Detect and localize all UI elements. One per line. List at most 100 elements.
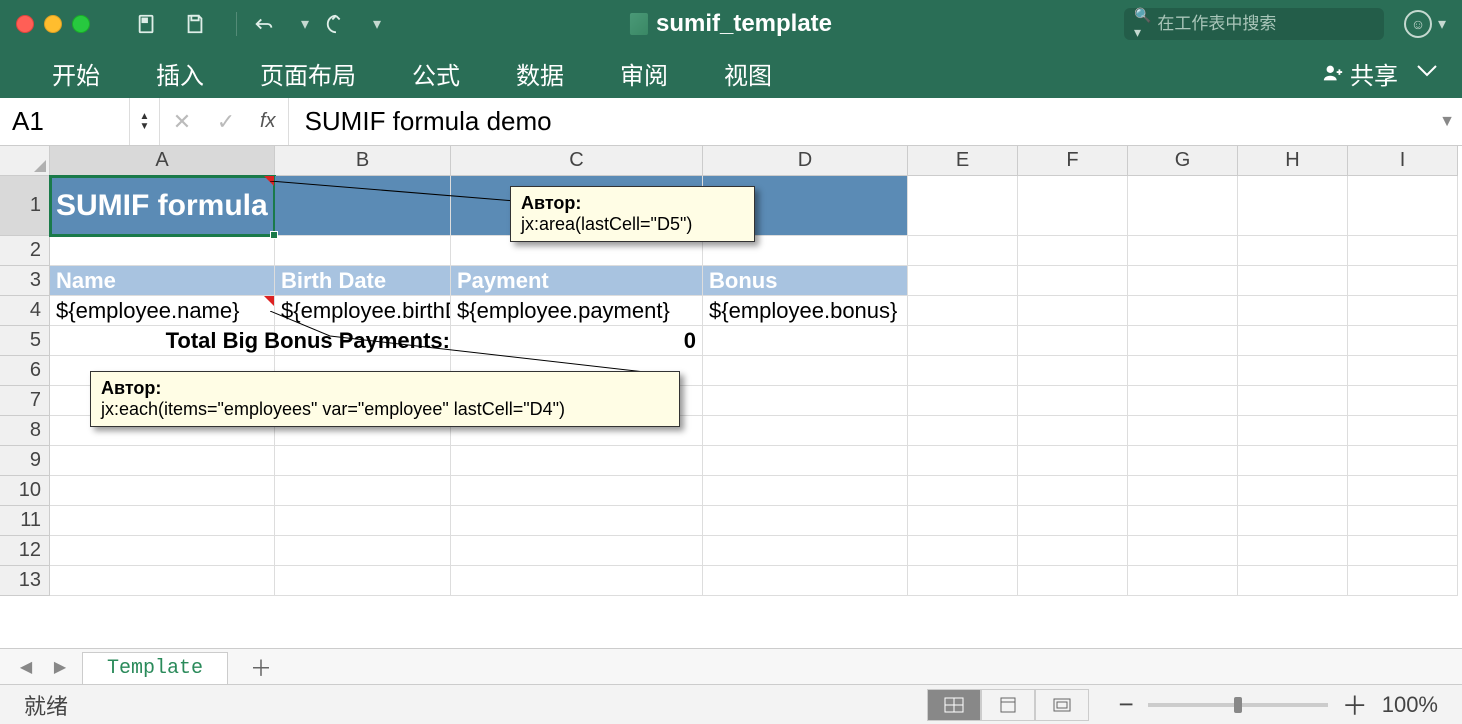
cell-B5[interactable] bbox=[275, 326, 451, 356]
col-header-G[interactable]: G bbox=[1128, 146, 1238, 176]
cell-H10[interactable] bbox=[1238, 476, 1348, 506]
row-header-8[interactable]: 8 bbox=[0, 416, 50, 446]
zoom-in-button[interactable]: ＋ bbox=[1342, 686, 1368, 723]
cell-B12[interactable] bbox=[275, 536, 451, 566]
save-icon[interactable] bbox=[178, 7, 212, 41]
cell-F2[interactable] bbox=[1018, 236, 1128, 266]
cell-G7[interactable] bbox=[1128, 386, 1238, 416]
row-header-11[interactable]: 11 bbox=[0, 506, 50, 536]
cell-F3[interactable] bbox=[1018, 266, 1128, 296]
cell-D3[interactable]: Bonus bbox=[703, 266, 908, 296]
cell-G5[interactable] bbox=[1128, 326, 1238, 356]
ribbon-tab-view[interactable]: 视图 bbox=[696, 48, 800, 99]
cell-F5[interactable] bbox=[1018, 326, 1128, 356]
cell-F11[interactable] bbox=[1018, 506, 1128, 536]
cell-C13[interactable] bbox=[451, 566, 703, 596]
new-file-icon[interactable] bbox=[130, 7, 164, 41]
cell-D13[interactable] bbox=[703, 566, 908, 596]
cell-F7[interactable] bbox=[1018, 386, 1128, 416]
cell-B13[interactable] bbox=[275, 566, 451, 596]
row-header-4[interactable]: 4 bbox=[0, 296, 50, 326]
cell-A11[interactable] bbox=[50, 506, 275, 536]
share-button[interactable]: 共享 bbox=[1322, 56, 1398, 91]
row-header-12[interactable]: 12 bbox=[0, 536, 50, 566]
cell-F9[interactable] bbox=[1018, 446, 1128, 476]
cell-I10[interactable] bbox=[1348, 476, 1458, 506]
cell-H9[interactable] bbox=[1238, 446, 1348, 476]
cell-C5[interactable]: 0 bbox=[451, 326, 703, 356]
col-header-B[interactable]: B bbox=[275, 146, 451, 176]
cell-E9[interactable] bbox=[908, 446, 1018, 476]
fx-label[interactable]: fx bbox=[248, 98, 289, 145]
cell-D6[interactable] bbox=[703, 356, 908, 386]
redo-dropdown-icon[interactable]: ▾ bbox=[373, 14, 381, 34]
ribbon-tab-insert[interactable]: 插入 bbox=[128, 48, 232, 99]
cell-C9[interactable] bbox=[451, 446, 703, 476]
select-all-corner[interactable] bbox=[0, 146, 50, 176]
cell-C11[interactable] bbox=[451, 506, 703, 536]
view-normal-button[interactable] bbox=[927, 689, 981, 721]
cell-G11[interactable] bbox=[1128, 506, 1238, 536]
ribbon-tab-formulas[interactable]: 公式 bbox=[384, 48, 488, 99]
cell-G13[interactable] bbox=[1128, 566, 1238, 596]
cell-I1[interactable] bbox=[1348, 176, 1458, 236]
cell-H8[interactable] bbox=[1238, 416, 1348, 446]
cell-C3[interactable]: Payment bbox=[451, 266, 703, 296]
cell-H7[interactable] bbox=[1238, 386, 1348, 416]
cell-B9[interactable] bbox=[275, 446, 451, 476]
row-header-5[interactable]: 5 bbox=[0, 326, 50, 356]
cell-F10[interactable] bbox=[1018, 476, 1128, 506]
cell-E13[interactable] bbox=[908, 566, 1018, 596]
cell-H3[interactable] bbox=[1238, 266, 1348, 296]
cell-A2[interactable] bbox=[50, 236, 275, 266]
zoom-out-button[interactable]: − bbox=[1119, 689, 1134, 720]
row-header-3[interactable]: 3 bbox=[0, 266, 50, 296]
search-box[interactable]: 🔍▾ bbox=[1124, 8, 1384, 40]
cell-D9[interactable] bbox=[703, 446, 908, 476]
redo-icon[interactable] bbox=[319, 7, 353, 41]
cell-E1[interactable] bbox=[908, 176, 1018, 236]
search-input[interactable] bbox=[1157, 14, 1378, 34]
ribbon-collapse-icon[interactable] bbox=[1416, 64, 1438, 83]
cell-D4[interactable]: ${employee.bonus} bbox=[703, 296, 908, 326]
close-window-button[interactable] bbox=[16, 15, 34, 33]
col-header-H[interactable]: H bbox=[1238, 146, 1348, 176]
cell-I3[interactable] bbox=[1348, 266, 1458, 296]
zoom-level[interactable]: 100% bbox=[1382, 692, 1438, 718]
cell-C10[interactable] bbox=[451, 476, 703, 506]
cell-F13[interactable] bbox=[1018, 566, 1128, 596]
cell-G12[interactable] bbox=[1128, 536, 1238, 566]
minimize-window-button[interactable] bbox=[44, 15, 62, 33]
cell-E2[interactable] bbox=[908, 236, 1018, 266]
row-header-10[interactable]: 10 bbox=[0, 476, 50, 506]
cell-I12[interactable] bbox=[1348, 536, 1458, 566]
zoom-slider[interactable] bbox=[1148, 703, 1328, 707]
sheet-nav-prev-icon[interactable]: ◀ bbox=[14, 655, 38, 679]
ribbon-tab-home[interactable]: 开始 bbox=[24, 48, 128, 99]
feedback-icon[interactable]: ☺ bbox=[1404, 10, 1432, 38]
cell-H5[interactable] bbox=[1238, 326, 1348, 356]
ribbon-tab-review[interactable]: 审阅 bbox=[592, 48, 696, 99]
cell-F12[interactable] bbox=[1018, 536, 1128, 566]
cell-D12[interactable] bbox=[703, 536, 908, 566]
cell-E11[interactable] bbox=[908, 506, 1018, 536]
expand-formula-bar-icon[interactable]: ▼ bbox=[1432, 113, 1462, 131]
cell-B3[interactable]: Birth Date bbox=[275, 266, 451, 296]
cell-D7[interactable] bbox=[703, 386, 908, 416]
cell-H6[interactable] bbox=[1238, 356, 1348, 386]
cell-F4[interactable] bbox=[1018, 296, 1128, 326]
cell-I2[interactable] bbox=[1348, 236, 1458, 266]
row-header-2[interactable]: 2 bbox=[0, 236, 50, 266]
cell-I5[interactable] bbox=[1348, 326, 1458, 356]
comment-indicator-icon[interactable] bbox=[264, 296, 274, 306]
cell-A3[interactable]: Name bbox=[50, 266, 275, 296]
cell-D10[interactable] bbox=[703, 476, 908, 506]
ribbon-tab-page-layout[interactable]: 页面布局 bbox=[232, 48, 384, 99]
name-box[interactable]: A1 bbox=[0, 98, 130, 145]
cell-G3[interactable] bbox=[1128, 266, 1238, 296]
cell-I9[interactable] bbox=[1348, 446, 1458, 476]
cell-D8[interactable] bbox=[703, 416, 908, 446]
cell-H12[interactable] bbox=[1238, 536, 1348, 566]
cell-E5[interactable] bbox=[908, 326, 1018, 356]
cell-G10[interactable] bbox=[1128, 476, 1238, 506]
